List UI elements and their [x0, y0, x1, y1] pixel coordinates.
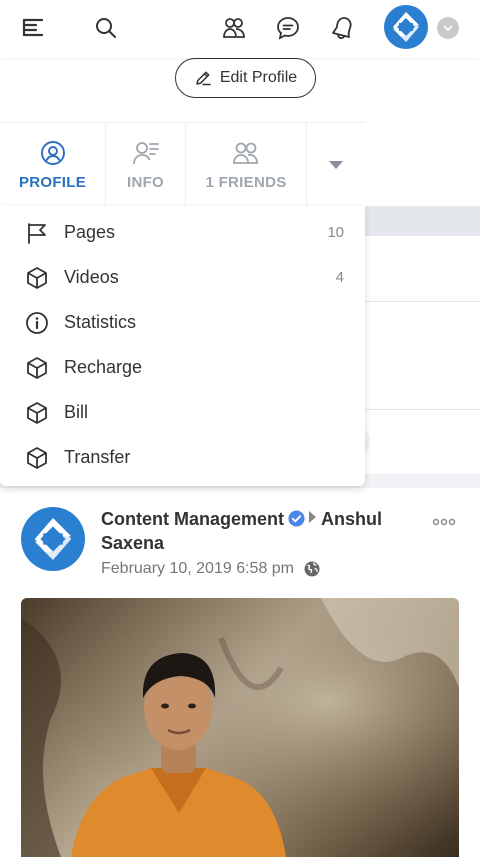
tab-profile[interactable]: PROFILE	[0, 123, 106, 207]
user-info-icon	[132, 141, 159, 164]
chat-icon[interactable]	[271, 11, 305, 45]
menu-item-pages[interactable]: Pages 10	[0, 210, 365, 255]
friends-icon[interactable]	[217, 11, 251, 45]
chevron-down-icon[interactable]	[437, 17, 459, 39]
edit-profile-button[interactable]: Edit Profile	[175, 58, 316, 98]
menu-item-videos[interactable]: Videos 4	[0, 255, 365, 300]
tab-profile-label: PROFILE	[18, 173, 87, 191]
count-badge: 4	[335, 269, 344, 286]
post-card: Content Management Anshul Saxena February…	[0, 488, 480, 857]
menu-item-bill[interactable]: Bill	[0, 390, 365, 435]
cube-icon	[24, 445, 50, 471]
profile-tabs: PROFILE INFO 1 FRIENDS	[0, 122, 365, 207]
more-options-icon[interactable]	[432, 514, 456, 526]
friends-icon	[233, 142, 258, 164]
flag-icon	[24, 220, 50, 246]
info-circle-icon	[24, 310, 50, 336]
search-icon[interactable]	[89, 11, 123, 45]
cube-icon	[24, 400, 50, 426]
edit-profile-label: Edit Profile	[219, 69, 298, 86]
video-frame-image	[21, 598, 459, 857]
menu-icon[interactable]	[16, 11, 50, 45]
cube-icon	[24, 355, 50, 381]
menu-item-recharge[interactable]: Recharge	[0, 345, 365, 390]
menu-item-label: Statistics	[64, 312, 137, 332]
tab-friends[interactable]: 1 FRIENDS	[186, 123, 307, 207]
pencil-icon	[196, 71, 211, 86]
profile-header: Edit Profile PROFILE INFO 1 FRIENDS	[0, 58, 480, 207]
post-header: Content Management Anshul Saxena	[101, 507, 421, 555]
tab-friends-label: 1 FRIENDS	[205, 173, 287, 191]
author-avatar[interactable]	[21, 507, 85, 571]
post-date-text[interactable]: February 10, 2019 6:58 pm	[101, 560, 294, 578]
post-timestamp: February 10, 2019 6:58 pm	[101, 560, 320, 578]
tab-info-label: INFO	[126, 173, 165, 191]
author-name-link[interactable]: Content Management	[101, 509, 284, 529]
top-bar	[0, 0, 480, 58]
verified-badge-icon	[288, 510, 305, 527]
notification-bell-icon[interactable]	[325, 11, 359, 45]
user-avatar[interactable]	[384, 5, 428, 49]
user-circle-icon	[40, 140, 65, 165]
cube-icon	[24, 265, 50, 291]
menu-item-label: Videos	[64, 267, 119, 287]
arrow-right-icon	[309, 511, 317, 523]
count-badge: 10	[327, 224, 344, 241]
more-tabs-dropdown[interactable]	[307, 123, 365, 207]
menu-item-label: Recharge	[64, 357, 143, 377]
menu-item-label: Bill	[64, 402, 89, 422]
menu-item-statistics[interactable]: Statistics	[0, 300, 365, 345]
tab-info[interactable]: INFO	[106, 123, 186, 207]
post-video-thumbnail[interactable]	[21, 598, 459, 857]
menu-item-label: Pages	[64, 222, 116, 242]
caret-down-icon	[329, 161, 343, 169]
menu-item-transfer[interactable]: Transfer	[0, 435, 365, 480]
more-menu-dropdown: Pages 10 Videos 4 Statistics Recharge Bi…	[0, 206, 365, 486]
menu-item-label: Transfer	[64, 447, 131, 467]
globe-icon	[304, 561, 320, 577]
